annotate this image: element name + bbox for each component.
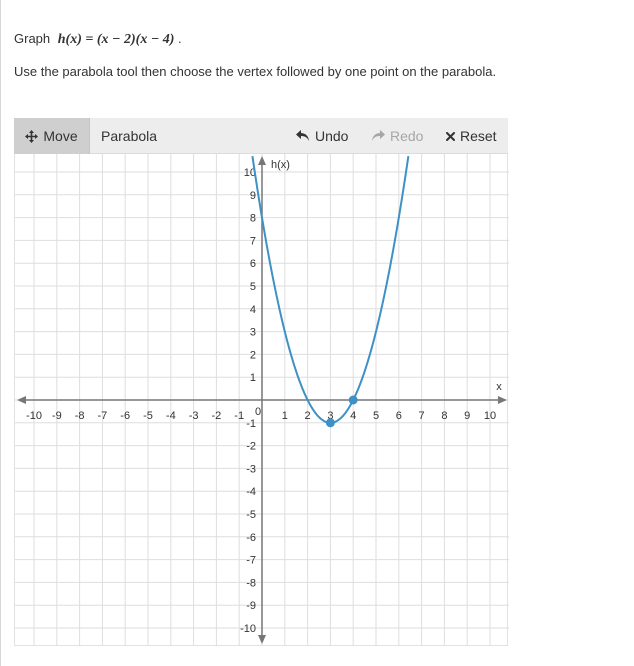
- x-tick-label: -8: [75, 410, 85, 422]
- y-tick-label: 8: [250, 213, 256, 225]
- y-tick-label: -6: [246, 532, 256, 544]
- x-tick-label: 10: [484, 410, 496, 422]
- y-tick-label: -2: [246, 441, 256, 453]
- redo-arrow-icon: [371, 130, 385, 142]
- origin-label: 0: [255, 406, 261, 418]
- reset-label: Reset: [460, 128, 497, 144]
- parabola-point[interactable]: [348, 395, 358, 405]
- left-frame-border: [0, 0, 1, 666]
- move-arrows-icon: [25, 129, 39, 143]
- reset-button[interactable]: Reset: [446, 118, 497, 154]
- coordinate-plane[interactable]: xh(x)-10 -9 -8 -7 -6 -5 -4 -3 -2 -1 1 2 3 4 5 6 7 8 9 10-10…: [15, 154, 509, 646]
- x-tick-label: -10: [26, 410, 42, 422]
- x-tick-label: 4: [350, 410, 356, 422]
- y-tick-label: 6: [250, 258, 256, 270]
- redo-button[interactable]: Redo: [371, 118, 423, 154]
- y-tick-label: -10: [240, 623, 256, 635]
- y-tick-label: -9: [246, 600, 256, 612]
- y-tick-label: 4: [250, 304, 256, 316]
- x-tick-label: -6: [120, 410, 130, 422]
- axes: [17, 156, 507, 644]
- y-tick-label: -8: [246, 577, 256, 589]
- function-period: .: [177, 31, 182, 46]
- y-tick-label: -7: [246, 555, 256, 567]
- x-tick-label: 9: [464, 410, 470, 422]
- y-tick-label: 1: [250, 372, 256, 384]
- graph-label: Graph: [14, 31, 51, 46]
- x-tick-label: 5: [373, 410, 379, 422]
- parabola-tool-button[interactable]: Parabola: [101, 118, 157, 154]
- function-text: h(x) = (x − 2)(x − 4): [57, 32, 175, 47]
- undo-arrow-icon: [296, 130, 310, 142]
- x-axis-right-arrow-icon: [498, 396, 507, 404]
- x-axis-title: x: [496, 381, 502, 393]
- redo-label: Redo: [390, 128, 424, 144]
- x-axis-left-arrow-icon: [17, 396, 26, 404]
- move-tool-label: Move: [43, 128, 78, 144]
- parabola-tool-label: Parabola: [101, 128, 158, 144]
- y-tick-label: -5: [246, 509, 256, 521]
- x-tick-label: 1: [282, 410, 288, 422]
- x-tick-label: -9: [52, 410, 62, 422]
- close-icon: [446, 131, 455, 141]
- question-prompt: Graph h(x) = (x − 2)(x − 4) .: [14, 31, 182, 48]
- y-tick-label: 3: [250, 327, 256, 339]
- undo-button[interactable]: Undo: [296, 118, 348, 154]
- instruction-text: Use the parabola tool then choose the ve…: [14, 64, 497, 79]
- x-tick-label: 2: [305, 410, 311, 422]
- x-tick-label: -5: [143, 410, 153, 422]
- y-tick-label: 9: [250, 190, 256, 202]
- y-tick-label: -3: [246, 463, 256, 475]
- x-tick-label: 7: [419, 410, 425, 422]
- graph-toolbar: Move Parabola Undo Redo Reset: [14, 118, 508, 154]
- y-tick-label: 2: [250, 349, 256, 361]
- y-axis-title: h(x): [271, 159, 290, 171]
- x-tick-label: -4: [166, 410, 176, 422]
- graph-canvas[interactable]: x h(x) -10 -9 -8 -7 -6 -5 -4 -3 -2 -1 1 2 3 4 5 6 7 8 9 10 -10…: [14, 154, 509, 646]
- x-tick-label: -3: [189, 410, 199, 422]
- y-axis-up-arrow-icon: [258, 156, 266, 165]
- vertex-point[interactable]: [325, 418, 335, 428]
- y-axis-down-arrow-icon: [258, 635, 266, 644]
- y-tick-label: 5: [250, 281, 256, 293]
- move-tool-button[interactable]: Move: [14, 118, 90, 154]
- y-tick-label: -1: [246, 418, 256, 430]
- y-tick-label: -4: [246, 486, 256, 498]
- x-tick-label: -7: [98, 410, 108, 422]
- x-tick-label: -2: [212, 410, 222, 422]
- x-tick-label: -1: [234, 410, 244, 422]
- x-tick-label: 6: [396, 410, 402, 422]
- undo-label: Undo: [315, 128, 349, 144]
- y-tick-label: 7: [250, 235, 256, 247]
- function-expression: h(x) = (x − 2)(x − 4) .: [57, 31, 182, 47]
- x-tick-label: 8: [441, 410, 447, 422]
